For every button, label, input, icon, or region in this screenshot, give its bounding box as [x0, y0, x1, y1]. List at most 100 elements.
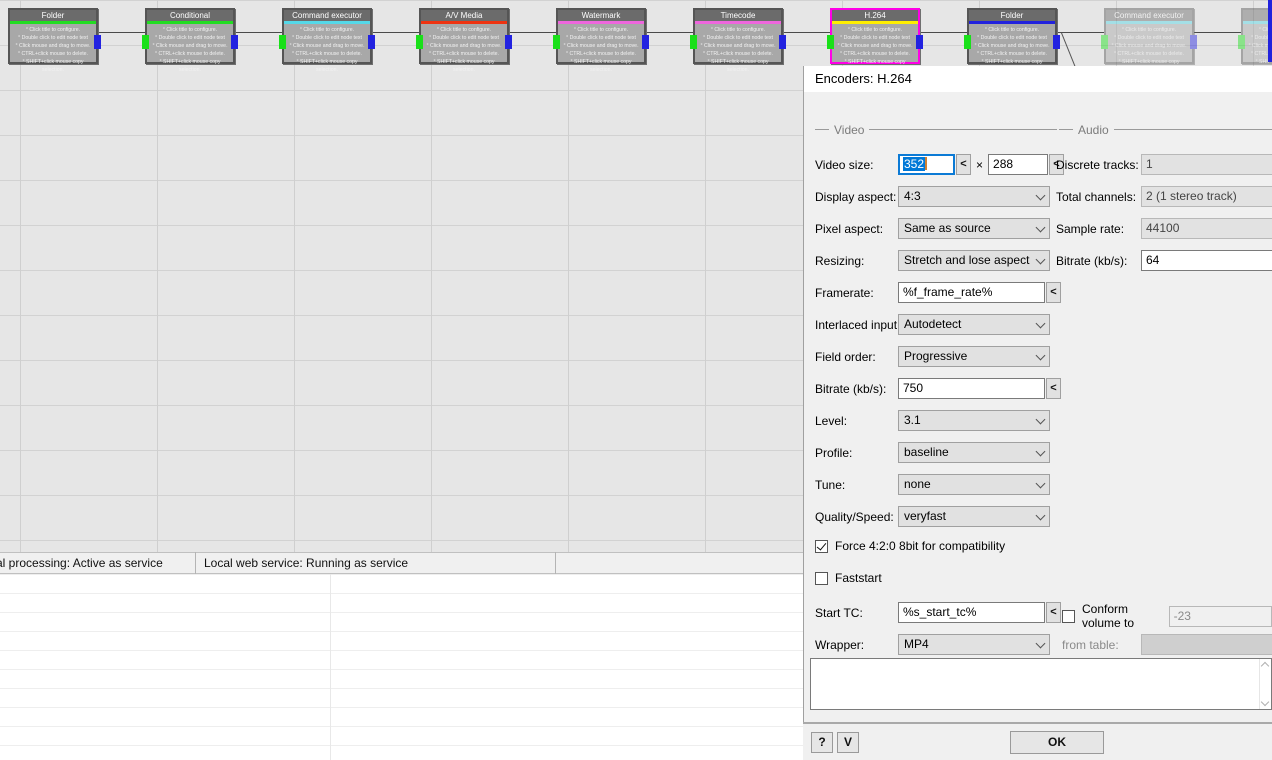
input-video-bitrate[interactable]: 750 [898, 378, 1045, 399]
graph-node[interactable]: Command executor ° Click title to configu… [279, 8, 375, 73]
node-help-line: ° SHIFT+click mouse copy selection. [707, 59, 769, 74]
node-title[interactable]: H.264 [832, 10, 918, 21]
node-help-line: ° Click title to configure. [573, 27, 629, 33]
scroll-down-icon[interactable] [1260, 697, 1270, 707]
row-resizing: Resizing: Stretch and lose aspect [815, 250, 1050, 271]
node-output-port[interactable] [368, 35, 375, 49]
graph-node[interactable]: Timecode ° Click title to configure. ° Dou… [690, 8, 786, 73]
node-title[interactable]: Timecode [695, 10, 781, 21]
node-title[interactable]: Conditional [147, 10, 233, 21]
node-input-port[interactable] [1238, 35, 1245, 49]
node-help-line: ° SHIFT+click mouse copy selection. [433, 59, 495, 74]
select-interlaced-input[interactable]: Autodetect [898, 314, 1050, 335]
chevron-down-icon [1035, 254, 1046, 264]
node-help-text: ° Click title to configure. ° Double clic… [558, 24, 644, 74]
checkbox-conform-volume[interactable] [1062, 609, 1075, 623]
node-help-line: ° Click title to configure. [710, 27, 766, 33]
video-width-spin-button[interactable]: < [956, 154, 971, 175]
video-bitrate-spin-button[interactable]: < [1046, 378, 1061, 399]
node-output-port[interactable] [779, 35, 786, 49]
scroll-up-icon[interactable] [1260, 661, 1270, 671]
node-title[interactable]: Command executor [284, 10, 370, 21]
chevron-down-icon [1035, 190, 1046, 200]
node-input-port[interactable] [553, 35, 560, 49]
version-button[interactable]: V [837, 732, 859, 753]
select-wrapper[interactable]: MP4 [898, 634, 1050, 655]
node-input-port[interactable] [964, 35, 971, 49]
node-title[interactable]: Command executor [1106, 10, 1192, 21]
graph-node[interactable]: Watermark ° Click title to configure. ° Do… [553, 8, 649, 73]
input-framerate[interactable]: %f_frame_rate% [898, 282, 1045, 303]
node-title[interactable]: Watermark [558, 10, 644, 21]
node-input-port[interactable] [142, 35, 149, 49]
start-tc-spin-button[interactable]: < [1046, 602, 1061, 623]
graph-node[interactable]: Command executor ° Click title to configu… [1101, 8, 1197, 73]
row-conform-volume[interactable]: Conform volume to -23 [1062, 602, 1272, 630]
node-input-port[interactable] [827, 35, 834, 49]
label-video-size: Video size: [815, 157, 874, 172]
chevron-down-icon [1035, 318, 1046, 328]
select-tune[interactable]: none [898, 474, 1050, 495]
node-help-line: ° CTRL+click mouse to delete. [703, 51, 773, 58]
input-audio-bitrate[interactable]: 64 [1141, 250, 1272, 271]
help-button[interactable]: ? [811, 732, 833, 753]
node-output-port[interactable] [916, 35, 923, 49]
textarea-scrollbar[interactable] [1259, 659, 1271, 709]
node-output-port[interactable] [231, 35, 238, 49]
chevron-down-icon [1035, 478, 1046, 488]
input-video-width[interactable]: 352 [898, 154, 955, 175]
select-display-aspect[interactable]: 4:3 [898, 186, 1050, 207]
node-wire [98, 32, 145, 33]
row-video-size: Video size: 352 < × 288 < [815, 154, 1065, 175]
canvas-edge-marker [1268, 0, 1272, 62]
select-profile[interactable]: baseline [898, 442, 1050, 463]
input-start-tc[interactable]: %s_start_tc% [898, 602, 1045, 623]
node-wire [1194, 32, 1241, 33]
node-output-port[interactable] [1190, 35, 1197, 49]
node-title[interactable]: Folder [10, 10, 96, 21]
select-field-order[interactable]: Progressive [898, 346, 1050, 367]
node-help-line: ° Click mouse and drag to move. [289, 43, 365, 50]
select-resizing[interactable]: Stretch and lose aspect [898, 250, 1050, 271]
select-pixel-aspect[interactable]: Same as source [898, 218, 1050, 239]
video-width-value: 352 [903, 157, 926, 171]
tune-value: none [904, 477, 931, 491]
select-quality-speed[interactable]: veryfast [898, 506, 1050, 527]
node-help-line: ° CTRL+click mouse to delete. [1114, 51, 1184, 58]
label-framerate: Framerate: [815, 285, 874, 300]
graph-node[interactable]: Conditional ° Click title to configure. ° … [142, 8, 238, 73]
application-window: Folder ° Click title to configure. ° Doubl… [0, 0, 1272, 760]
row-faststart[interactable]: Faststart [815, 571, 882, 585]
node-output-port[interactable] [505, 35, 512, 49]
node-output-port[interactable] [94, 35, 101, 49]
row-total-channels: Total channels: 2 (1 stereo track) [1056, 186, 1272, 207]
node-title[interactable]: A/V Media [421, 10, 507, 21]
row-force-420[interactable]: Force 4:2:0 8bit for compatibility [815, 539, 1005, 553]
graph-node[interactable]: H.264 ° Click title to configure. ° Double… [827, 8, 923, 73]
framerate-spin-button[interactable]: < [1046, 282, 1061, 303]
wrapper-value: MP4 [904, 637, 929, 651]
level-value: 3.1 [904, 413, 921, 427]
row-quality-speed: Quality/Speed: veryfast [815, 506, 1050, 527]
graph-node[interactable]: Folder ° Click title to configure. ° Doubl… [964, 8, 1060, 73]
graph-node[interactable]: Folder ° Click title to configure. ° Doubl… [8, 8, 101, 73]
label-profile: Profile: [815, 445, 853, 460]
checkbox-force-420[interactable] [815, 539, 828, 553]
checkbox-faststart[interactable] [815, 571, 828, 585]
node-output-port[interactable] [1053, 35, 1060, 49]
chevron-down-icon [1035, 510, 1046, 520]
node-input-port[interactable] [690, 35, 697, 49]
node-input-port[interactable] [1101, 35, 1108, 49]
node-output-port[interactable] [642, 35, 649, 49]
node-input-port[interactable] [279, 35, 286, 49]
node-wire [783, 32, 830, 33]
select-level[interactable]: 3.1 [898, 410, 1050, 431]
node-help-line: ° Double click to edit node text [155, 35, 225, 42]
node-input-port[interactable] [416, 35, 423, 49]
graph-node[interactable]: A/V Media ° Click title to configure. ° Do… [416, 8, 512, 73]
textarea-custom-x264[interactable] [810, 658, 1272, 710]
input-video-height[interactable]: 288 [988, 154, 1049, 175]
node-title[interactable]: Folder [969, 10, 1055, 21]
node-help-line: ° CTRL+click mouse to delete. [155, 51, 225, 58]
ok-button[interactable]: OK [1010, 731, 1104, 754]
